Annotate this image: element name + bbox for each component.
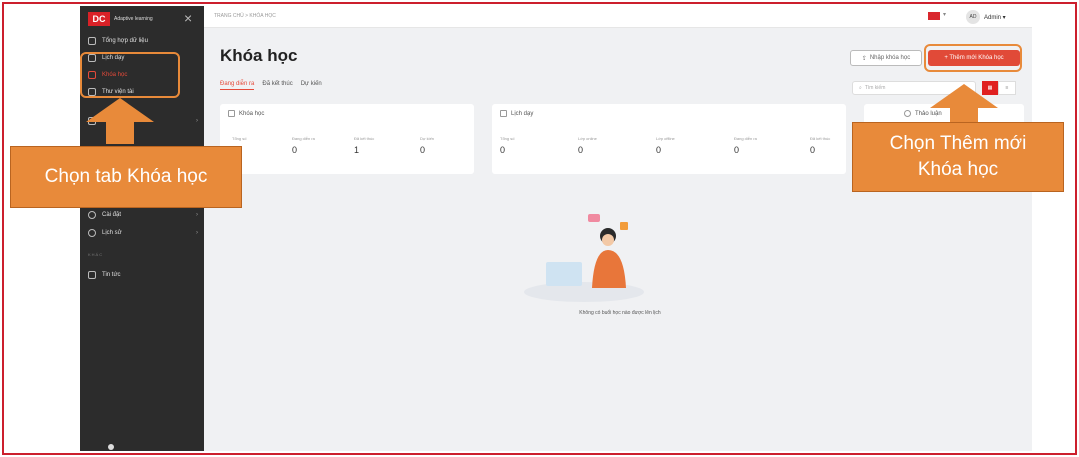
chevron-right-icon: ›: [196, 212, 198, 218]
sidebar-item-settings[interactable]: Cài đặt ›: [88, 208, 198, 222]
search-placeholder: Tìm kiếm: [864, 85, 886, 91]
vi-flag-icon[interactable]: [928, 12, 940, 20]
card-title: Lịch dạy: [500, 110, 533, 117]
sidebar-item-label: Lịch sử: [102, 230, 122, 236]
stat-ongoing: Đang diễn ra 0: [292, 136, 315, 155]
course-tabs: Đang diễn ra Đã kết thúc Dự kiến: [220, 81, 322, 90]
stat-value: 1: [354, 145, 360, 155]
stat-offline: Lớp offline 0: [656, 136, 675, 155]
chat-icon: [904, 110, 911, 117]
stat-value: 0: [810, 145, 816, 155]
news-icon: [88, 271, 96, 279]
upload-icon: ⇪: [861, 55, 867, 62]
chevron-right-icon: ›: [196, 230, 198, 236]
card-title: Khóa học: [228, 110, 264, 117]
stat-planned: Dự kiến 0: [420, 136, 434, 155]
stat-label: Lớp online: [578, 136, 597, 141]
sidebar-section-other: KHÁC: [88, 252, 104, 257]
callout-select-courses-tab: Chọn tab Khóa học: [10, 146, 242, 208]
page-title: Khóa học: [220, 46, 298, 65]
top-bar: TRANG CHỦ > KHÓA HỌC ▾ AD Admin ▾: [204, 6, 1032, 28]
logo-mark: DC: [88, 12, 110, 26]
sidebar-item-news[interactable]: Tin tức: [88, 268, 120, 282]
logo: DC Adaptive learning: [88, 10, 168, 28]
gear-icon: [88, 211, 96, 219]
sidebar-bottom-indicator: [108, 444, 114, 450]
card-title-text: Lịch dạy: [511, 110, 534, 117]
stat-finished: Đã kết thúc 1: [354, 136, 374, 155]
stat-value: 0: [656, 145, 662, 155]
card-title-text: Khóa học: [239, 110, 265, 117]
highlight-add-button: [924, 44, 1022, 72]
empty-state-illustration: [524, 214, 644, 302]
book-icon: [228, 110, 235, 117]
logo-text: Adaptive learning: [114, 16, 153, 22]
sidebar-item-dashboard[interactable]: Tổng hợp dữ liệu: [88, 34, 148, 48]
tab-planned[interactable]: Dự kiến: [301, 81, 322, 90]
sidebar-item-label: Cài đặt: [102, 212, 122, 218]
avatar[interactable]: AD: [966, 10, 980, 24]
callout-add-course: Chọn Thêm mới Khóa học: [852, 122, 1064, 192]
stat-label: Đã kết thúc: [810, 136, 831, 141]
import-course-label: Nhập khóa học: [869, 55, 911, 61]
stat-value: 0: [734, 145, 740, 155]
import-course-button[interactable]: ⇪ Nhập khóa học: [850, 50, 922, 66]
dashboard-icon: [88, 37, 96, 45]
chevron-right-icon: ›: [196, 118, 198, 124]
tab-finished[interactable]: Đã kết thúc: [262, 81, 292, 90]
stat-finished: Đã kết thúc 0: [810, 136, 830, 155]
video-icon: [500, 110, 507, 117]
stat-label: Đang diễn ra: [734, 136, 757, 141]
stat-total: Tổng số: [232, 136, 246, 145]
history-icon: [88, 229, 96, 237]
chevron-down-icon[interactable]: ▾: [943, 11, 946, 18]
stat-label: Dự kiến: [420, 136, 435, 141]
stat-label: Tổng số: [232, 136, 247, 141]
stat-label: Đã kết thúc: [354, 136, 375, 141]
callout-line-1: Chọn Thêm mới: [889, 133, 1027, 154]
stat-value: 0: [578, 145, 584, 155]
highlight-courses-tab: [80, 52, 180, 98]
sidebar-item-history[interactable]: Lịch sử ›: [88, 226, 198, 240]
breadcrumb[interactable]: TRANG CHỦ > KHÓA HỌC: [214, 13, 276, 19]
user-name: Admin: [984, 15, 1002, 21]
callout-line-2: Khóa học: [917, 159, 999, 180]
stat-label: Đang diễn ra: [292, 136, 315, 141]
stat-label: Tổng số: [500, 136, 515, 141]
stat-online: Lớp online 0: [578, 136, 597, 155]
app-window: DC Adaptive learning × Tổng hợp dữ liệu …: [80, 6, 1032, 451]
user-menu[interactable]: Admin ▾: [984, 14, 1006, 21]
courses-summary-card: Khóa học Tổng số Đang diễn ra 0 Đã kết t…: [220, 104, 474, 174]
arrow-up-left: [86, 98, 154, 144]
stat-label: Lớp offline: [656, 136, 675, 141]
empty-state-message: Không có buổi học nào được lên lịch: [579, 310, 661, 316]
search-icon: ⌕: [859, 85, 862, 91]
stat-value: 0: [420, 145, 426, 155]
stat-total: Tổng số 0: [500, 136, 514, 155]
tab-ongoing[interactable]: Đang diễn ra: [220, 81, 255, 90]
close-sidebar-icon[interactable]: ×: [184, 10, 192, 26]
sidebar-item-label: Tin tức: [102, 272, 121, 278]
sidebar-item-label: Tổng hợp dữ liệu: [102, 38, 148, 44]
schedule-summary-card: Lịch dạy Tổng số 0 Lớp online 0 Lớp offl…: [492, 104, 846, 174]
stat-ongoing: Đang diễn ra 0: [734, 136, 757, 155]
stat-value: 0: [292, 145, 298, 155]
stat-value: 0: [500, 145, 506, 155]
